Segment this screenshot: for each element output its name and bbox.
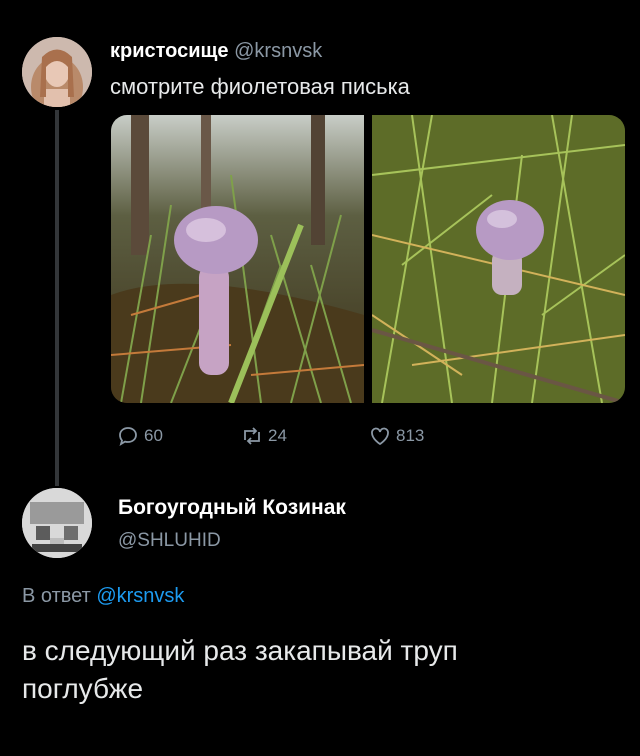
reply-to-link[interactable]: @krsnvsk xyxy=(96,585,184,607)
avatar-shluhid[interactable] xyxy=(22,488,92,558)
reply-icon xyxy=(119,427,137,446)
reply-text-line-1: в следующий раз закапывай труп xyxy=(22,635,458,666)
reply-text-line-2: поглубже xyxy=(22,673,144,704)
author-handle[interactable]: @krsnvsk xyxy=(234,40,322,62)
reply-prefix: В ответ xyxy=(22,585,91,607)
retweet-icon xyxy=(244,427,260,445)
tweet-actions: 60 24 813 xyxy=(0,424,640,452)
tweet-text: смотрите фиолетовая писька xyxy=(110,74,410,99)
mushroom-photo-2 xyxy=(372,115,625,403)
tweet-author[interactable]: кристосище @krsnvsk xyxy=(110,40,322,63)
avatar-image xyxy=(22,37,92,107)
avatar-krsnvsk[interactable] xyxy=(22,37,92,107)
reply-author-name[interactable]: Богоугодный Козинак xyxy=(118,496,346,520)
replying-to: В ответ @krsnvsk xyxy=(22,585,184,608)
like-icon xyxy=(371,427,389,446)
reply-author-handle[interactable]: @SHLUHID xyxy=(118,530,221,552)
reply-text: в следующий раз закапывай труп поглубже xyxy=(22,632,622,708)
author-name[interactable]: кристосище xyxy=(110,40,229,62)
avatar-image xyxy=(22,488,92,558)
reply-count: 60 xyxy=(144,426,163,445)
retweet-count: 24 xyxy=(268,426,287,445)
tweet-photo-1[interactable] xyxy=(111,115,364,403)
tweet-photo-2[interactable] xyxy=(372,115,625,403)
mushroom-photo-1 xyxy=(111,115,364,403)
like-count: 813 xyxy=(396,426,425,445)
retweet-button[interactable]: 24 xyxy=(240,424,287,448)
reply-button[interactable]: 60 xyxy=(116,424,163,448)
like-button[interactable]: 813 xyxy=(368,424,424,448)
